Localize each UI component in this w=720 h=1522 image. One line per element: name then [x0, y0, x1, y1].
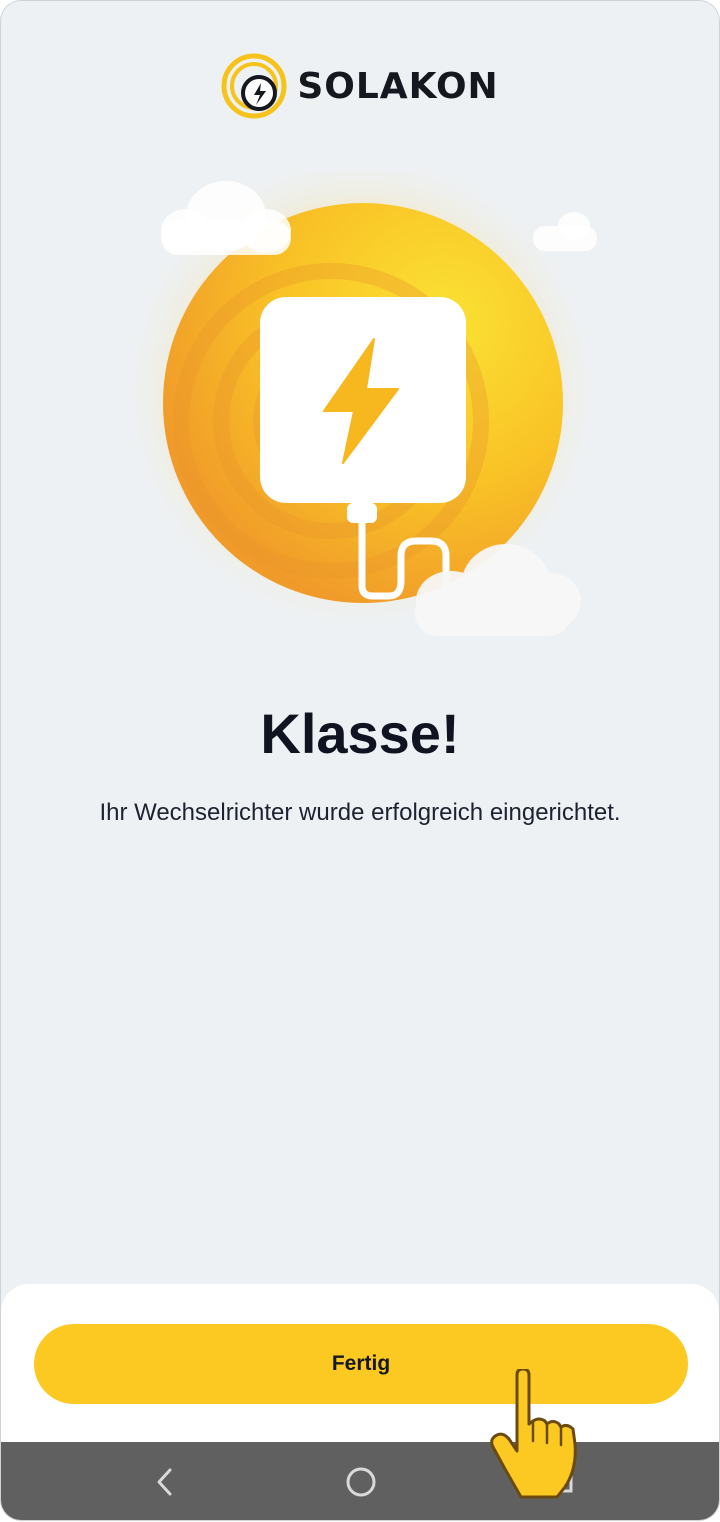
home-circle-icon[interactable] [339, 1460, 383, 1504]
system-navigation-bar [1, 1442, 719, 1520]
brand-header: SOLAKON [1, 53, 719, 119]
success-message: Ihr Wechselrichter wurde erfolgreich ein… [99, 799, 621, 826]
success-headline: Klasse! [260, 702, 460, 765]
pointing-hand-icon [490, 1369, 577, 1499]
solakon-logo-icon [221, 53, 287, 119]
bottom-action-sheet: Fertig [1, 1284, 719, 1444]
app-screen: SOLAKON Klasse! Ihr Wechselrichter wurde… [1, 1, 719, 1520]
inverter-success-illustration [116, 171, 606, 646]
brand-name: SOLAKON [297, 65, 499, 107]
done-button[interactable]: Fertig [34, 1324, 688, 1404]
back-chevron-icon[interactable] [143, 1460, 187, 1504]
